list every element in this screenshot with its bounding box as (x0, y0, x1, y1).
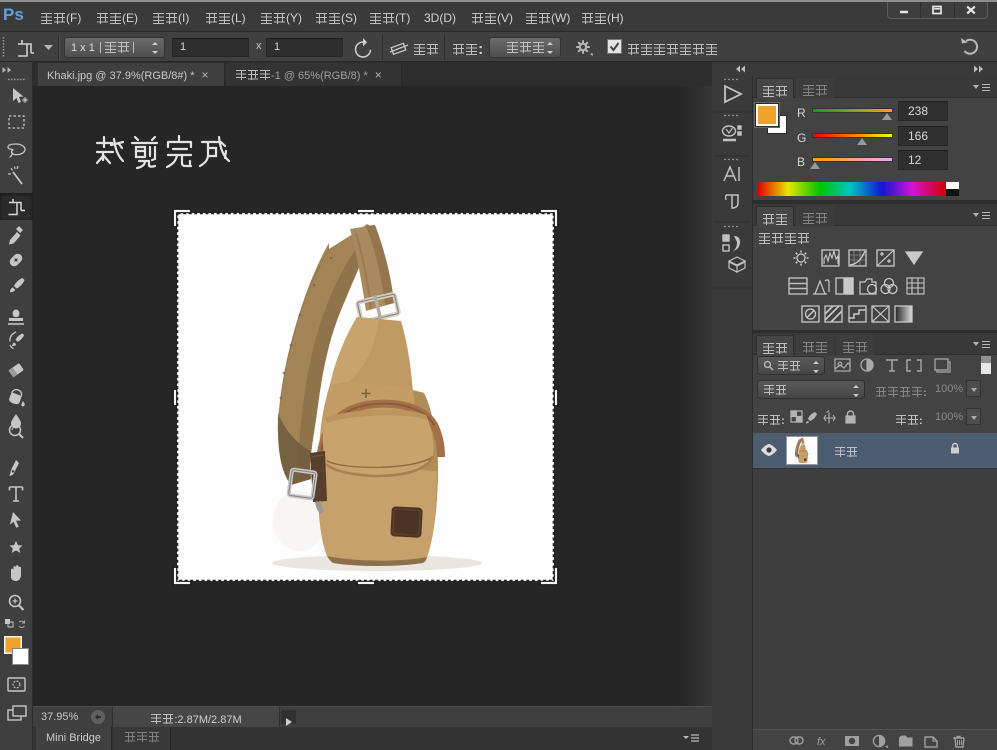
svg-text:fx: fx (817, 736, 826, 748)
